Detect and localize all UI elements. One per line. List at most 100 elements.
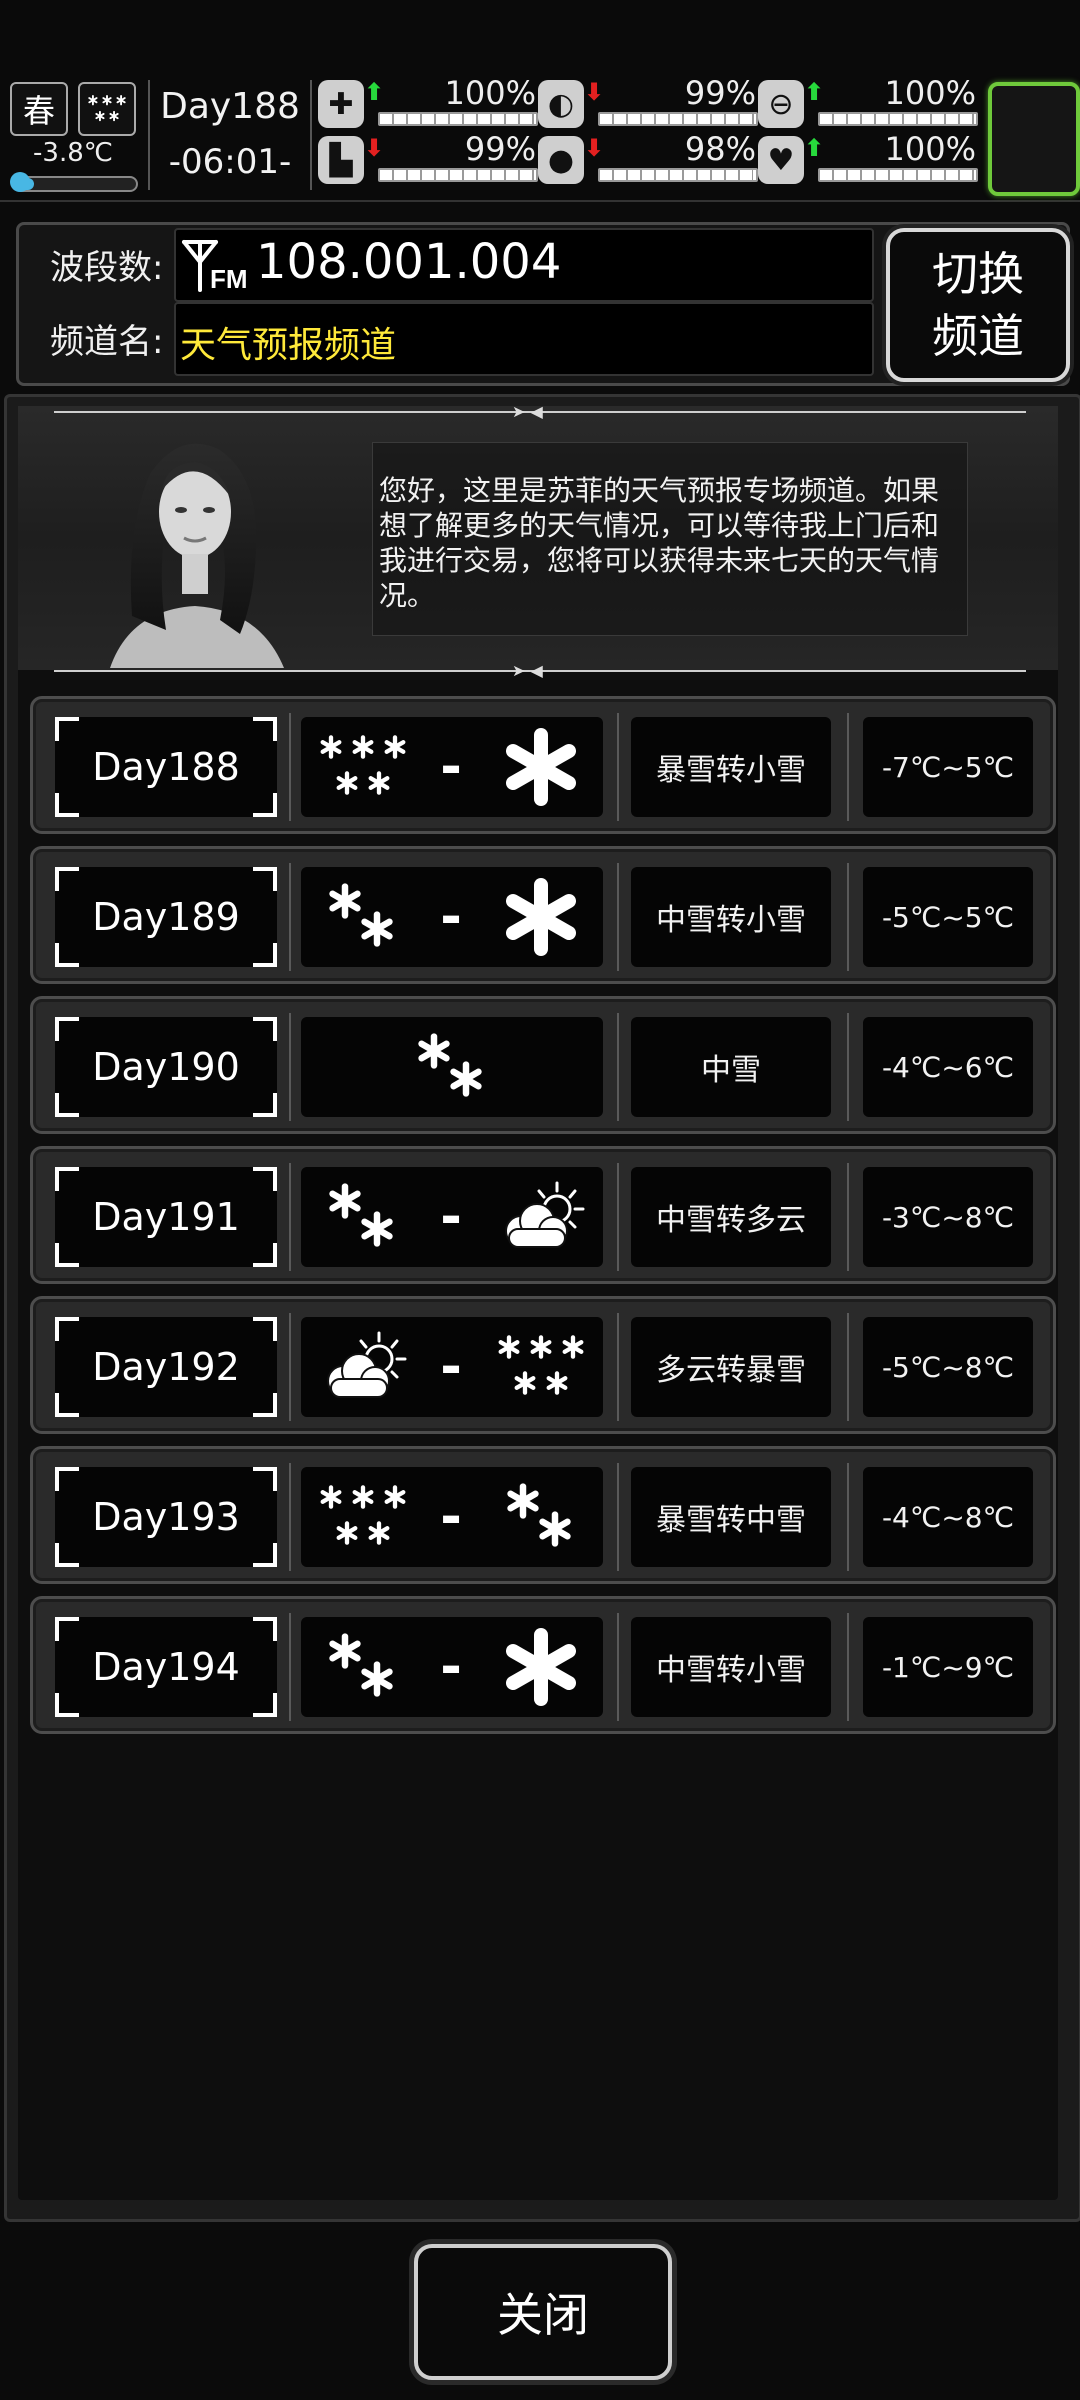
forecast-temperature: -4℃~8℃ (863, 1467, 1033, 1567)
snow-medium-icon (313, 877, 413, 957)
icon-separator: - (440, 1337, 462, 1397)
trend-down-icon: ⬇ (364, 134, 385, 162)
stat-value: 100% (884, 130, 976, 168)
trend-up-icon: ⬆ (364, 78, 385, 106)
forecast-description: 中雪转多云 (631, 1167, 831, 1267)
icon-separator: - (440, 1187, 462, 1247)
close-button[interactable]: 关闭 (414, 2244, 672, 2380)
fm-antenna-icon: FM (182, 240, 248, 294)
icon-separator: - (440, 887, 462, 947)
forecast-day: Day188 (55, 717, 277, 817)
trend-down-icon: ⬇ (584, 78, 605, 106)
icon-separator: - (440, 737, 462, 797)
band-label: 波段数: (50, 248, 164, 288)
forecast-description: 暴雪转中雪 (631, 1467, 831, 1567)
season-badge: 春 (10, 82, 68, 136)
snow-medium-icon (491, 1477, 591, 1557)
forecast-day-label: Day192 (92, 1345, 240, 1389)
stat-bar (818, 112, 978, 126)
forecast-weather-icons: - (301, 717, 603, 817)
forecast-row: Day191 - 中雪转多云 -3℃~8℃ (30, 1146, 1056, 1284)
temperature-label: -3.8℃ (33, 138, 113, 168)
water-drop-icon: ● (538, 136, 584, 184)
host-intro-text: 您好，这里是苏菲的天气预报专场频道。如果想了解更多的天气情况，可以等待我上门后和… (372, 442, 968, 636)
stat-bar (378, 168, 538, 182)
icon-separator: - (440, 1637, 462, 1697)
medkit-icon: ✚ (318, 80, 364, 128)
forecast-temperature: -3℃~8℃ (863, 1167, 1033, 1267)
snow-heavy-icon (313, 1477, 413, 1557)
forecast-weather-icons: - (301, 867, 603, 967)
forecast-description: 中雪转小雪 (631, 867, 831, 967)
forecast-weather-icons: - (301, 1167, 603, 1267)
foot-icon: ▙ (318, 136, 364, 184)
snowflake-icon (491, 877, 591, 957)
stat-medkit: ✚ ⬆ 100% (318, 74, 538, 136)
stat-heart: ♥ ⬆ 100% (758, 130, 978, 192)
current-time: -06:01- (168, 142, 292, 182)
snow-heavy-icon (78, 82, 136, 136)
partly-cloudy-icon (313, 1327, 413, 1407)
snowflake-icon (491, 1627, 591, 1707)
stat-hygiene: ⊖ ⬆ 100% (758, 74, 978, 136)
forecast-day-label: Day190 (92, 1045, 240, 1089)
icon-separator: - (440, 1487, 462, 1547)
stat-value: 98% (684, 130, 756, 168)
forecast-temperature: -4℃~6℃ (863, 1017, 1033, 1117)
forecast-description: 多云转暴雪 (631, 1317, 831, 1417)
stat-value: 99% (684, 74, 756, 112)
partly-cloudy-icon (491, 1177, 591, 1257)
channel-field: 天气预报频道 (174, 302, 874, 376)
forecast-day: Day190 (55, 1017, 277, 1117)
forecast-temperature: -5℃~8℃ (863, 1317, 1033, 1417)
forecast-day: Day194 (55, 1617, 277, 1717)
host-portrait (110, 443, 284, 668)
stat-bar (818, 168, 978, 182)
forecast-day-label: Day189 (92, 895, 240, 939)
forecast-row: Day188 - 暴雪转小雪 -7℃~5℃ (30, 696, 1056, 834)
hygiene-icon: ⊖ (758, 80, 804, 128)
trend-down-icon: ⬇ (584, 134, 605, 162)
stat-value: 99% (464, 130, 536, 168)
stat-value: 100% (444, 74, 536, 112)
stat-stomach: ◐ ⬇ 99% (538, 74, 758, 136)
forecast-weather-icons: - (301, 1617, 603, 1717)
trend-up-icon: ⬆ (804, 134, 825, 162)
forecast-weather-icons: - (301, 1317, 603, 1417)
stat-bar (598, 112, 758, 126)
stat-bar (598, 168, 758, 182)
forecast-description: 中雪 (631, 1017, 831, 1117)
forecast-row: Day194 - 中雪转小雪 -1℃~9℃ (30, 1596, 1056, 1734)
channel-value: 天气预报频道 (180, 325, 397, 366)
snow-heavy-icon (491, 1327, 591, 1407)
forecast-day-label: Day191 (92, 1195, 240, 1239)
forecast-day-label: Day193 (92, 1495, 240, 1539)
snow-medium-icon (402, 1027, 502, 1107)
forecast-row: Day190 中雪 -4℃~6℃ (30, 996, 1056, 1134)
forecast-weather-icons: - (301, 1467, 603, 1567)
snow-heavy-icon (313, 727, 413, 807)
forecast-day: Day191 (55, 1167, 277, 1267)
status-hud: 春 -3.8℃ Day188 -06:01- ✚ ⬆ 100% ◐ ⬇ 99% ⊖ ⬆ 100%… (0, 0, 1080, 202)
stat-water-drop: ● ⬇ 98% (538, 130, 758, 192)
snow-medium-icon (313, 1177, 413, 1257)
forecast-row: Day192 - 多云转暴雪 -5℃~8℃ (30, 1296, 1056, 1434)
stomach-icon: ◐ (538, 80, 584, 128)
current-day: Day188 (160, 86, 300, 127)
forecast-temperature: -1℃~9℃ (863, 1617, 1033, 1717)
switch-channel-button[interactable]: 切换 频道 (886, 228, 1070, 382)
forecast-row: Day189 - 中雪转小雪 -5℃~5℃ (30, 846, 1056, 984)
forecast-weather-icons (301, 1017, 603, 1117)
stat-bar (378, 112, 538, 126)
forecast-day-label: Day194 (92, 1645, 240, 1689)
forecast-temperature: -7℃~5℃ (863, 717, 1033, 817)
stat-foot: ▙ ⬇ 99% (318, 130, 538, 192)
svg-text:FM: FM (210, 264, 248, 294)
snowflake-icon (491, 727, 591, 807)
forecast-day: Day192 (55, 1317, 277, 1417)
trend-up-icon: ⬆ (804, 78, 825, 106)
snow-medium-icon (313, 1627, 413, 1707)
forecast-description: 暴雪转小雪 (631, 717, 831, 817)
stat-value: 100% (884, 74, 976, 112)
action-slot[interactable] (988, 82, 1080, 196)
